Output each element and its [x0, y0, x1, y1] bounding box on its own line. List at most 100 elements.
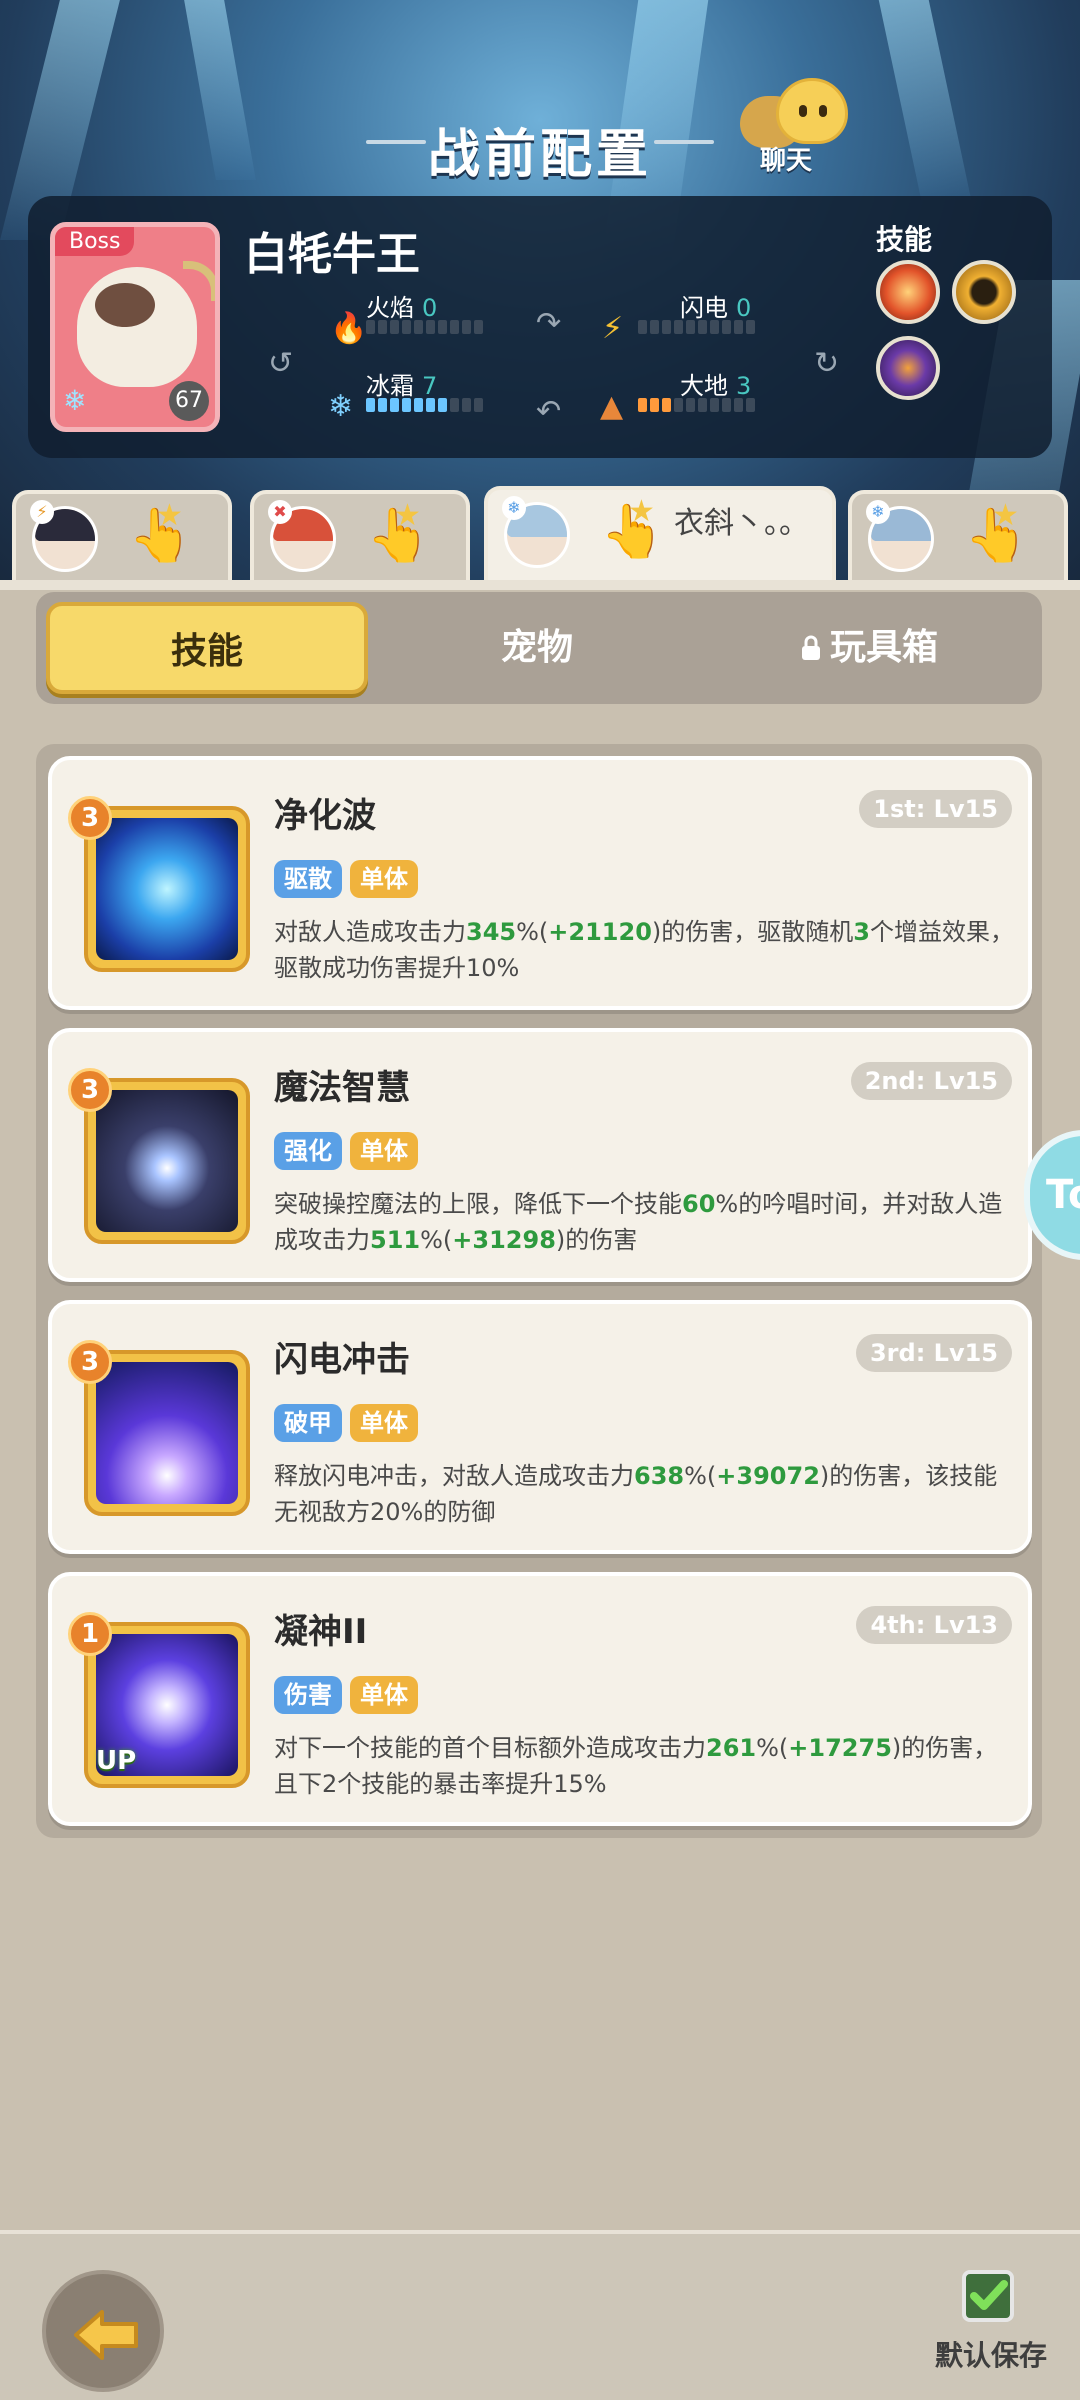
earth-bar-segment: [734, 398, 743, 412]
element-badge-icon: ❄: [502, 496, 526, 520]
chat-label: 聊天: [760, 146, 813, 176]
ice-bar-segment: [438, 398, 447, 412]
skill-description: 突破操控魔法的上限，降低下一个技能60%的吟唱时间，并对敌人造成攻击力511%(…: [274, 1190, 1003, 1254]
skill-tag: 破甲: [274, 1404, 342, 1442]
lightning-bar-segment: [638, 320, 647, 334]
lightning-bar-segment: [722, 320, 731, 334]
default-save-label: 默认保存: [935, 2339, 1048, 2372]
earth-bar: [638, 398, 755, 412]
earth-bar-segment: [638, 398, 647, 412]
hero-name: 衣斜丶。。: [674, 506, 809, 541]
hero-tab-2[interactable]: ✖ 👆 ★: [250, 490, 470, 582]
fire-bar-segment: [366, 320, 375, 334]
default-save-checkbox[interactable]: [962, 2270, 1014, 2322]
skill-card[interactable]: 3 净化波 1st: Lv15 驱散 单体 对敌人造成攻击力345%(+2112…: [48, 756, 1032, 1010]
ice-bar-segment: [450, 398, 459, 412]
boss-tag: Boss: [55, 227, 135, 256]
lightning-bar-segment: [710, 320, 719, 334]
ice-bar-segment: [426, 398, 435, 412]
tab-toybox-label: 玩具箱: [829, 627, 938, 668]
purple-mask-icon[interactable]: [876, 336, 940, 400]
skill-card[interactable]: 3 魔法智慧 2nd: Lv15 强化 单体 突破操控魔法的上限，降低下一个技能…: [48, 1028, 1032, 1282]
magic-hexagram-icon: [96, 1090, 238, 1232]
fire-bar-segment: [450, 320, 459, 334]
skill-tags: 破甲 单体: [274, 1404, 418, 1442]
skill-icon-frame: [84, 1350, 250, 1516]
skill-tag: 单体: [350, 1132, 418, 1170]
cycle-arrow-icon: ↶: [536, 394, 562, 429]
yak-face: [95, 283, 155, 327]
earth-label: 大地 3: [680, 372, 752, 400]
back-button[interactable]: [42, 2270, 164, 2392]
boss-portrait[interactable]: Boss ❄ 67: [50, 222, 220, 432]
fire-bar-segment: [462, 320, 471, 334]
fire-bar-segment: [402, 320, 411, 334]
lock-icon: [801, 635, 820, 660]
ice-bar-segment: [402, 398, 411, 412]
fire-bar-segment: [390, 320, 399, 334]
skill-icon-frame: [84, 806, 250, 972]
ice-bar: [366, 398, 483, 412]
tab-toybox[interactable]: 玩具箱: [706, 602, 1032, 694]
tab-skills[interactable]: 技能: [46, 602, 368, 694]
skill-card[interactable]: 1 UP 凝神II 4th: Lv13 伤害 单体 对下一个技能的首个目标额外造…: [48, 1572, 1032, 1826]
hero-tab-3[interactable]: ❄ 👆 ★ 衣斜丶。。: [484, 486, 836, 582]
earth-bar-segment: [710, 398, 719, 412]
yak-horn: [183, 261, 215, 301]
boss-skills-label: 技能: [876, 223, 933, 256]
skill-tag: 驱散: [274, 860, 342, 898]
ice-bar-segment: [390, 398, 399, 412]
skill-slot-badge: 3rd: Lv15: [855, 1334, 1012, 1372]
upgrade-up-icon: UP: [96, 1746, 137, 1776]
skill-tags: 驱散 单体: [274, 860, 418, 898]
earth-bar-segment: [674, 398, 683, 412]
purify-wave-icon: [96, 818, 238, 960]
page-title: 战前配置: [427, 125, 652, 185]
earth-bar-segment: [650, 398, 659, 412]
skill-tags: 伤害 单体: [274, 1676, 418, 1714]
fire-label: 火焰 0: [366, 294, 438, 322]
hero-tab-4[interactable]: ❄ 👆 ★: [848, 490, 1068, 582]
skill-name: 净化波: [274, 796, 376, 836]
lightning-icon: ⚡: [602, 311, 624, 346]
skill-description: 释放闪电冲击，对敌人造成攻击力638%(+39072)的伤害，该技能无视敌方20…: [274, 1462, 998, 1526]
element-badge-icon: ❄: [866, 500, 890, 524]
lightning-strike-icon: [96, 1362, 238, 1504]
lightning-bar-segment: [746, 320, 755, 334]
cycle-arrow-icon: ↻: [814, 346, 840, 381]
chat-face-icon: [776, 78, 848, 144]
boss-name: 白牦牛王: [244, 229, 420, 280]
skill-name: 凝神II: [274, 1612, 368, 1652]
cycle-arrow-icon: ↺: [268, 346, 294, 381]
skill-card[interactable]: 3 闪电冲击 3rd: Lv15 破甲 单体 释放闪电冲击，对敌人造成攻击力63…: [48, 1300, 1032, 1554]
tab-pets[interactable]: 宠物: [376, 602, 698, 694]
lightning-bar-segment: [674, 320, 683, 334]
skill-tag: 单体: [350, 860, 418, 898]
star-icon: ★: [992, 498, 1019, 533]
boss-level: 67: [169, 381, 209, 421]
skill-tag: 伤害: [274, 1676, 342, 1714]
skill-description: 对下一个技能的首个目标额外造成攻击力261%(+17275)的伤害，且下2个技能…: [274, 1734, 998, 1798]
golden-ring-icon[interactable]: [952, 260, 1016, 324]
snowflake-icon: ❄: [328, 389, 354, 424]
fire-icon: 🔥: [330, 311, 368, 346]
skill-tag: 单体: [350, 1404, 418, 1442]
earth-bar-segment: [722, 398, 731, 412]
earth-bar-segment: [746, 398, 755, 412]
fire-bar-segment: [474, 320, 483, 334]
main-tab-bar: 技能 宠物 玩具箱: [36, 592, 1042, 704]
earth-bar-segment: [698, 398, 707, 412]
hero-tab-1[interactable]: ⚡ 👆 ★: [12, 490, 232, 582]
earth-bar-segment: [662, 398, 671, 412]
fire-bar: [366, 320, 483, 334]
skill-rank-badge: 3: [68, 1068, 112, 1112]
back-arrow-icon: [74, 2310, 138, 2360]
boss-info-panel: Boss ❄ 67 白牦牛王 火焰 0 🔥 闪电 0 ⚡ 冰霜 7 ❄ 大地 3 ▲ ↷…: [28, 196, 1052, 458]
fire-bar-segment: [414, 320, 423, 334]
skill-rank-badge: 3: [68, 1340, 112, 1384]
skill-name: 闪电冲击: [274, 1340, 410, 1380]
star-icon: ★: [156, 498, 183, 533]
ice-bar-segment: [474, 398, 483, 412]
fire-orb-icon[interactable]: [876, 260, 940, 324]
chat-button[interactable]: 聊天: [740, 78, 860, 178]
